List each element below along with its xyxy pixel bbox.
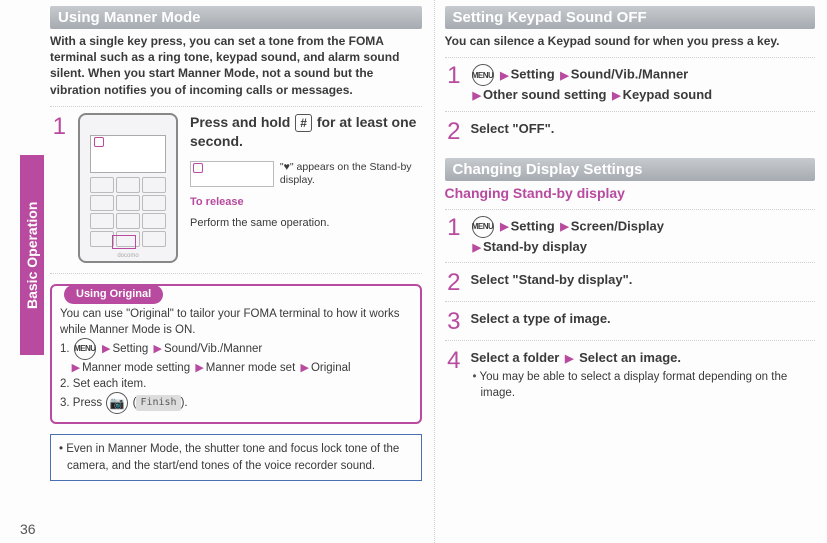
- step-body: MENU ▶Setting ▶Sound/Vib./Manner ▶Other …: [471, 64, 816, 104]
- chevron-right-icon: ▶: [100, 343, 112, 355]
- using-original-callout: Using Original You can use "Original" to…: [50, 284, 422, 425]
- callout-item-2: 2. Set each item.: [60, 376, 412, 392]
- step-1-text: Press and hold # for at least one second…: [190, 113, 422, 263]
- nav-original: Original: [311, 362, 351, 374]
- menu-button-icon: MENU: [472, 216, 494, 238]
- chevron-right-icon: ▶: [498, 221, 510, 233]
- chevron-right-icon: ▶: [610, 90, 622, 102]
- step-number: 3: [445, 310, 461, 334]
- nav-screen-display: Screen/Display: [571, 218, 664, 233]
- step-body: MENU ▶Setting ▶Screen/Display ▶Stand-by …: [471, 216, 816, 256]
- display-step-2: 2 Select "Stand-by display".: [445, 271, 816, 302]
- intro-manner-mode: With a single key press, you can set a t…: [50, 33, 422, 98]
- standby-sample: "♥" appears on the Stand-by display.: [190, 161, 422, 187]
- standby-lcd-icon: [190, 161, 274, 187]
- display-step-4: 4 Select a folder ▶ Select an image. You…: [445, 349, 816, 408]
- chevron-right-icon: ▶: [558, 70, 570, 82]
- menu-button-icon: MENU: [472, 64, 494, 86]
- chevron-right-icon: ▶: [193, 362, 205, 374]
- chevron-right-icon: ▶: [558, 221, 570, 233]
- nav-setting: Setting: [112, 343, 148, 355]
- chevron-right-icon: ▶: [563, 353, 575, 365]
- lcd-indicator-icon: [193, 163, 203, 173]
- step4-b: Select an image.: [579, 350, 681, 365]
- right-column: Setting Keypad Sound OFF You can silence…: [434, 0, 827, 543]
- nav-sound: Sound/Vib./Manner: [164, 343, 262, 355]
- nav-setting: Setting: [511, 67, 555, 82]
- intro-keypad-sound: You can silence a Keypad sound for when …: [445, 33, 816, 49]
- nav-mmsetting: Manner mode setting: [82, 362, 190, 374]
- chevron-right-icon: ▶: [471, 242, 483, 254]
- step-body: Select a type of image.: [471, 310, 816, 328]
- nav-keypad-sound: Keypad sound: [623, 87, 713, 102]
- heading-keypad-sound: Setting Keypad Sound OFF: [445, 6, 816, 29]
- page-number: 36: [20, 521, 36, 537]
- step-body: Select "Stand-by display".: [471, 271, 816, 289]
- note-box: Even in Manner Mode, the shutter tone an…: [50, 434, 422, 480]
- display-step-1: 1 MENU ▶Setting ▶Screen/Display ▶Stand-b…: [445, 216, 816, 263]
- step1-text-a: Press and hold: [190, 114, 294, 130]
- nav-mmset: Manner mode set: [206, 362, 296, 374]
- finish-softkey-icon: Finish: [136, 395, 180, 411]
- step-number: 4: [445, 349, 461, 373]
- keypad-step-2: 2 Select "OFF".: [445, 120, 816, 150]
- phone-illustration: docomo: [78, 113, 178, 263]
- step-number: 2: [445, 271, 461, 295]
- step-number: 1: [445, 64, 461, 88]
- step4-note: You may be able to select a display form…: [471, 369, 816, 401]
- chevron-right-icon: ▶: [151, 343, 163, 355]
- heading-display-settings: Changing Display Settings: [445, 158, 816, 181]
- nav-standby-display: Stand-by display: [483, 239, 587, 254]
- appears-text: " appears on the Stand-by display.: [280, 161, 412, 186]
- chevron-right-icon: ▶: [298, 362, 310, 374]
- callout-item-3: 3. Press 📷 (Finish).: [60, 392, 412, 414]
- callout-1-lead: 1.: [60, 343, 73, 355]
- left-column: Using Manner Mode With a single key pres…: [40, 0, 434, 543]
- side-tab: Basic Operation 36: [0, 0, 40, 543]
- separator: [445, 57, 816, 58]
- phone-brand-label: docomo: [80, 253, 176, 259]
- nav-setting: Setting: [511, 218, 555, 233]
- menu-button-icon: MENU: [74, 338, 96, 360]
- separator: [445, 209, 816, 210]
- step4-a: Select a folder: [471, 350, 560, 365]
- callout-3-c: ).: [181, 397, 188, 409]
- step-1-row: 1 docomo Press and hold # for at least o…: [50, 113, 422, 274]
- step-body: Select a folder ▶ Select an image. You m…: [471, 349, 816, 402]
- chevron-right-icon: ▶: [498, 70, 510, 82]
- camera-button-icon: 📷: [106, 392, 128, 414]
- chevron-right-icon: ▶: [70, 362, 82, 374]
- step-body: Select "OFF".: [471, 120, 816, 138]
- hash-key-icon: #: [295, 114, 312, 132]
- step-number: 1: [50, 115, 66, 263]
- content-columns: Using Manner Mode With a single key pres…: [40, 0, 827, 543]
- appears-caption: "♥" appears on the Stand-by display.: [280, 161, 422, 186]
- to-release-label: To release: [190, 195, 422, 210]
- separator: [50, 106, 422, 107]
- step-number: 2: [445, 120, 461, 144]
- hash-key-highlight-icon: [112, 235, 136, 249]
- manner-indicator-highlight-icon: [94, 137, 104, 147]
- keypad-step-1: 1 MENU ▶Setting ▶Sound/Vib./Manner ▶Othe…: [445, 64, 816, 111]
- nav-sound: Sound/Vib./Manner: [571, 67, 689, 82]
- step-number: 1: [445, 216, 461, 240]
- heading-manner-mode: Using Manner Mode: [50, 6, 422, 29]
- nav-other-sound: Other sound setting: [483, 87, 607, 102]
- callout-tag: Using Original: [64, 285, 163, 304]
- chevron-right-icon: ▶: [471, 90, 483, 102]
- display-step-3: 3 Select a type of image.: [445, 310, 816, 341]
- callout-intro: You can use "Original" to tailor your FO…: [60, 306, 412, 338]
- note-text: Even in Manner Mode, the shutter tone an…: [59, 441, 413, 473]
- to-release-text: Perform the same operation.: [190, 216, 422, 231]
- callout-item-1: 1. MENU ▶Setting ▶Sound/Vib./Manner ▶Man…: [60, 338, 412, 376]
- subheading-standby-display: Changing Stand-by display: [445, 185, 816, 203]
- callout-3-a: 3. Press: [60, 397, 105, 409]
